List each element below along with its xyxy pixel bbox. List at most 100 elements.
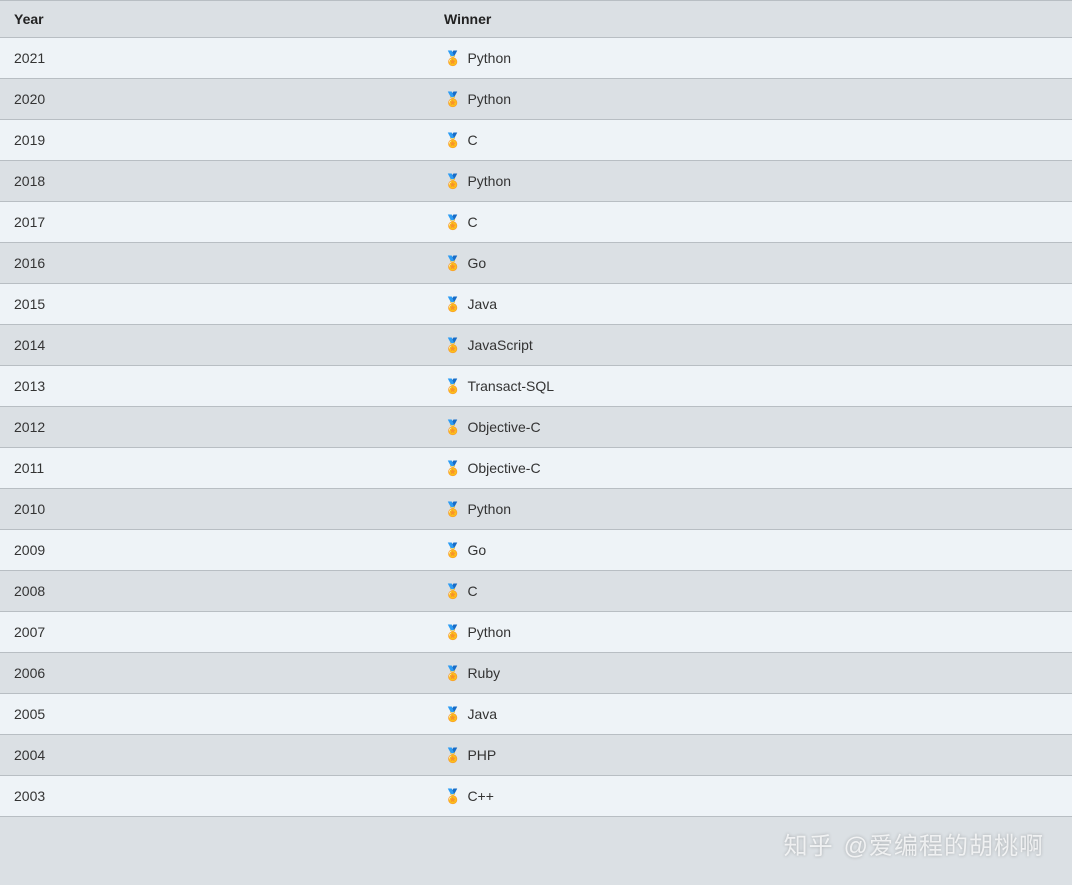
header-winner: Winner [430,1,1072,38]
cell-winner: 🏅 Java [430,284,1072,325]
winner-name: Python [467,501,511,517]
medal-icon: 🏅 [444,379,461,393]
cell-year: 2019 [0,120,430,161]
cell-winner: 🏅C [430,120,1072,161]
winner-name: C [467,214,477,230]
table-row: 2005 🏅 Java [0,694,1072,735]
cell-winner: 🏅 Python [430,612,1072,653]
winner-name: Java [467,296,497,312]
medal-icon: 🏅 [444,502,461,516]
winner-name: Transact-SQL [467,378,554,394]
medal-icon: 🏅 [444,789,461,803]
cell-winner: 🏅 Go [430,243,1072,284]
winner-name: Go [467,542,486,558]
winner-name: Python [467,50,511,66]
table-row: 2010 🏅 Python [0,489,1072,530]
cell-year: 2003 [0,776,430,817]
cell-year: 2006 [0,653,430,694]
winner-name: Objective-C [467,460,540,476]
table-row: 2016 🏅 Go [0,243,1072,284]
table-row: 2012 🏅 Objective-C [0,407,1072,448]
cell-winner: 🏅 Objective-C [430,407,1072,448]
medal-icon: 🏅 [444,666,461,680]
winner-name: JavaScript [467,337,532,353]
table-row: 2020 🏅 Python [0,79,1072,120]
watermark-handle: @爱编程的胡桃啊 [844,833,1044,860]
cell-winner: 🏅C [430,202,1072,243]
cell-year: 2015 [0,284,430,325]
table-row: 2013 🏅 Transact-SQL [0,366,1072,407]
medal-icon: 🏅 [444,543,461,557]
cell-winner: 🏅 PHP [430,735,1072,776]
watermark-site: 知乎 [784,833,834,860]
cell-year: 2011 [0,448,430,489]
cell-year: 2012 [0,407,430,448]
table-row: 2021 🏅 Python [0,38,1072,79]
medal-icon: 🏅 [444,584,461,598]
table-row: 2003 🏅 C++ [0,776,1072,817]
cell-year: 2010 [0,489,430,530]
cell-year: 2005 [0,694,430,735]
medal-icon: 🏅 [444,174,461,188]
watermark: 知乎 @爱编程的胡桃啊 [784,826,1044,861]
winner-name: Python [467,173,511,189]
cell-winner: 🏅 Go [430,530,1072,571]
table-row: 2009 🏅 Go [0,530,1072,571]
winners-table: Year Winner 2021🏅Python2020🏅Python2019🏅C… [0,0,1072,817]
medal-icon: 🏅 [444,625,461,639]
winner-name: Ruby [467,665,500,681]
header-year: Year [0,1,430,38]
table-row: 2017🏅C [0,202,1072,243]
medal-icon: 🏅 [444,133,461,147]
table-row: 2011 🏅 Objective-C [0,448,1072,489]
winner-name: Java [467,706,497,722]
winner-name: C++ [467,788,493,804]
cell-year: 2016 [0,243,430,284]
medal-icon: 🏅 [444,420,461,434]
medal-icon: 🏅 [444,256,461,270]
medal-icon: 🏅 [444,215,461,229]
cell-winner: 🏅 Python [430,79,1072,120]
winner-name: C [467,583,477,599]
cell-winner: 🏅 C++ [430,776,1072,817]
winner-name: Go [467,255,486,271]
table-row: 2015 🏅 Java [0,284,1072,325]
cell-winner: 🏅 Java [430,694,1072,735]
table-row: 2006 🏅 Ruby [0,653,1072,694]
winner-name: Python [467,91,511,107]
cell-year: 2020 [0,79,430,120]
cell-winner: 🏅C [430,571,1072,612]
cell-year: 2014 [0,325,430,366]
winner-name: C [467,132,477,148]
medal-icon: 🏅 [444,748,461,762]
cell-winner: 🏅 Python [430,38,1072,79]
cell-year: 2008 [0,571,430,612]
winner-name: Python [467,624,511,640]
medal-icon: 🏅 [444,707,461,721]
table-header-row: Year Winner [0,1,1072,38]
cell-winner: 🏅 Ruby [430,653,1072,694]
cell-year: 2017 [0,202,430,243]
table-row: 2007 🏅 Python [0,612,1072,653]
cell-year: 2021 [0,38,430,79]
medal-icon: 🏅 [444,338,461,352]
table-row: 2004 🏅 PHP [0,735,1072,776]
winner-name: PHP [467,747,496,763]
winner-name: Objective-C [467,419,540,435]
table-row: 2018🏅Python [0,161,1072,202]
cell-year: 2007 [0,612,430,653]
cell-winner: 🏅 JavaScript [430,325,1072,366]
cell-year: 2013 [0,366,430,407]
cell-winner: 🏅 Python [430,489,1072,530]
cell-winner: 🏅 Objective-C [430,448,1072,489]
medal-icon: 🏅 [444,51,461,65]
table-row: 2014 🏅 JavaScript [0,325,1072,366]
cell-winner: 🏅 Python [430,161,1072,202]
table-row: 2019🏅C [0,120,1072,161]
cell-year: 2004 [0,735,430,776]
table-row: 2008🏅C [0,571,1072,612]
medal-icon: 🏅 [444,297,461,311]
cell-year: 2009 [0,530,430,571]
medal-icon: 🏅 [444,92,461,106]
medal-icon: 🏅 [444,461,461,475]
